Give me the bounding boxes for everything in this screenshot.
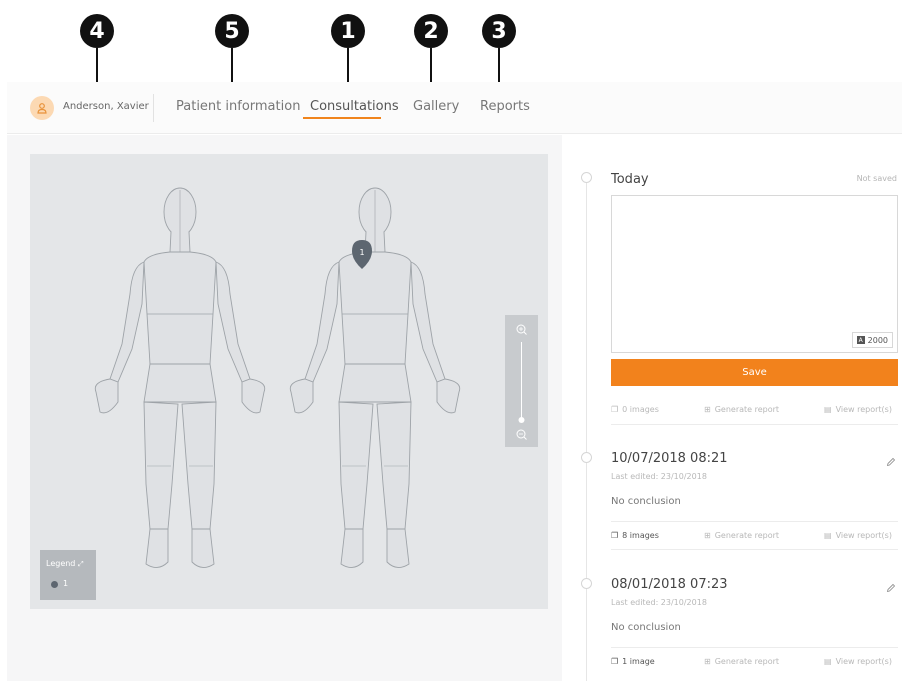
save-button[interactable]: Save [611,359,898,386]
view-reports-icon: ▤ [824,405,832,414]
active-tab-indicator [303,117,381,119]
consultation-title[interactable]: 08/01/2018 07:23 [611,577,728,592]
tab-reports[interactable]: Reports [480,99,530,114]
divider [611,424,898,425]
generate-report-icon: ⊞ [704,531,711,540]
body-diagram[interactable]: 1 [30,154,548,609]
expand-icon[interactable]: ⤢ [78,560,84,568]
timeline-node [581,452,592,463]
callout-badge: 2 [414,14,448,48]
edit-icon[interactable] [886,578,896,597]
generate-report-button[interactable]: ⊞ Generate report [704,405,779,414]
zoom-control[interactable] [505,315,538,447]
images-icon: ❐ [611,405,619,414]
consultation-title: Today [611,172,649,187]
divider [611,647,898,648]
zoom-out-icon[interactable] [516,429,527,440]
legend-marker-number: 1 [63,579,69,588]
generate-report-icon: ⊞ [704,657,711,666]
consultation-title[interactable]: 10/07/2018 08:21 [611,451,728,466]
body-back-figure[interactable] [289,187,461,569]
user-avatar-icon[interactable] [30,96,54,120]
conclusion-text: No conclusion [611,622,681,633]
timeline-line [586,178,587,681]
legend-title: Legend ⤢ [46,559,84,568]
callout-badge: 4 [80,14,114,48]
consultation-actions: ❐ 0 images ⊞ Generate report ▤ View repo… [611,403,898,419]
consultation-notes-textarea[interactable]: A 2000 [611,195,898,353]
zoom-in-icon[interactable] [516,324,527,335]
divider [611,521,898,522]
tab-patient-information[interactable]: Patient information [176,99,300,114]
view-reports-button[interactable]: ▤ View report(s) [824,405,892,414]
callout-badge: 5 [215,14,249,48]
tab-consultations[interactable]: Consultations [310,99,399,114]
generate-report-icon: ⊞ [704,405,711,414]
view-reports-button[interactable]: ▤ View report(s) [824,531,892,540]
divider [611,549,898,550]
last-edited: Last edited: 23/10/2018 [611,598,707,607]
tab-gallery[interactable]: Gallery [413,99,459,114]
consultation-actions: ❐ 8 images ⊞ Generate report ▤ View repo… [611,529,898,545]
nav-divider [153,94,154,122]
top-navbar: Anderson, Xavier Patient information Con… [7,82,902,134]
images-link[interactable]: ❐ 8 images [611,531,659,540]
conclusion-text: No conclusion [611,496,681,507]
view-reports-icon: ▤ [824,657,832,666]
last-edited: Last edited: 23/10/2018 [611,472,707,481]
patient-name[interactable]: Anderson, Xavier [63,101,149,112]
body-map-panel[interactable]: 1 [30,154,548,609]
zoom-slider-handle[interactable] [518,417,525,423]
body-front-figure[interactable] [94,187,266,569]
generate-report-button[interactable]: ⊞ Generate report [704,531,779,540]
images-icon: ❐ [611,531,619,540]
lesion-marker-number: 1 [359,248,364,257]
edit-icon[interactable] [886,452,896,471]
view-reports-button[interactable]: ▤ View report(s) [824,657,892,666]
legend-marker-dot [51,581,58,588]
images-icon: ❐ [611,657,619,666]
timeline-node [581,172,592,183]
save-status: Not saved [856,174,897,183]
callout-badge: 3 [482,14,516,48]
counter-badge-icon: A [856,336,865,344]
consultation-actions: ❐ 1 image ⊞ Generate report ▤ View repor… [611,655,898,671]
character-counter: A 2000 [851,332,893,348]
generate-report-button[interactable]: ⊞ Generate report [704,657,779,666]
page: 4 5 1 2 3 Anderson, Xavier Patient infor… [0,0,902,681]
view-reports-icon: ▤ [824,531,832,540]
legend-panel[interactable]: Legend ⤢ 1 [40,550,96,600]
timeline-node [581,578,592,589]
callout-badge: 1 [331,14,365,48]
images-link[interactable]: ❐ 0 images [611,405,659,414]
images-link[interactable]: ❐ 1 image [611,657,655,666]
